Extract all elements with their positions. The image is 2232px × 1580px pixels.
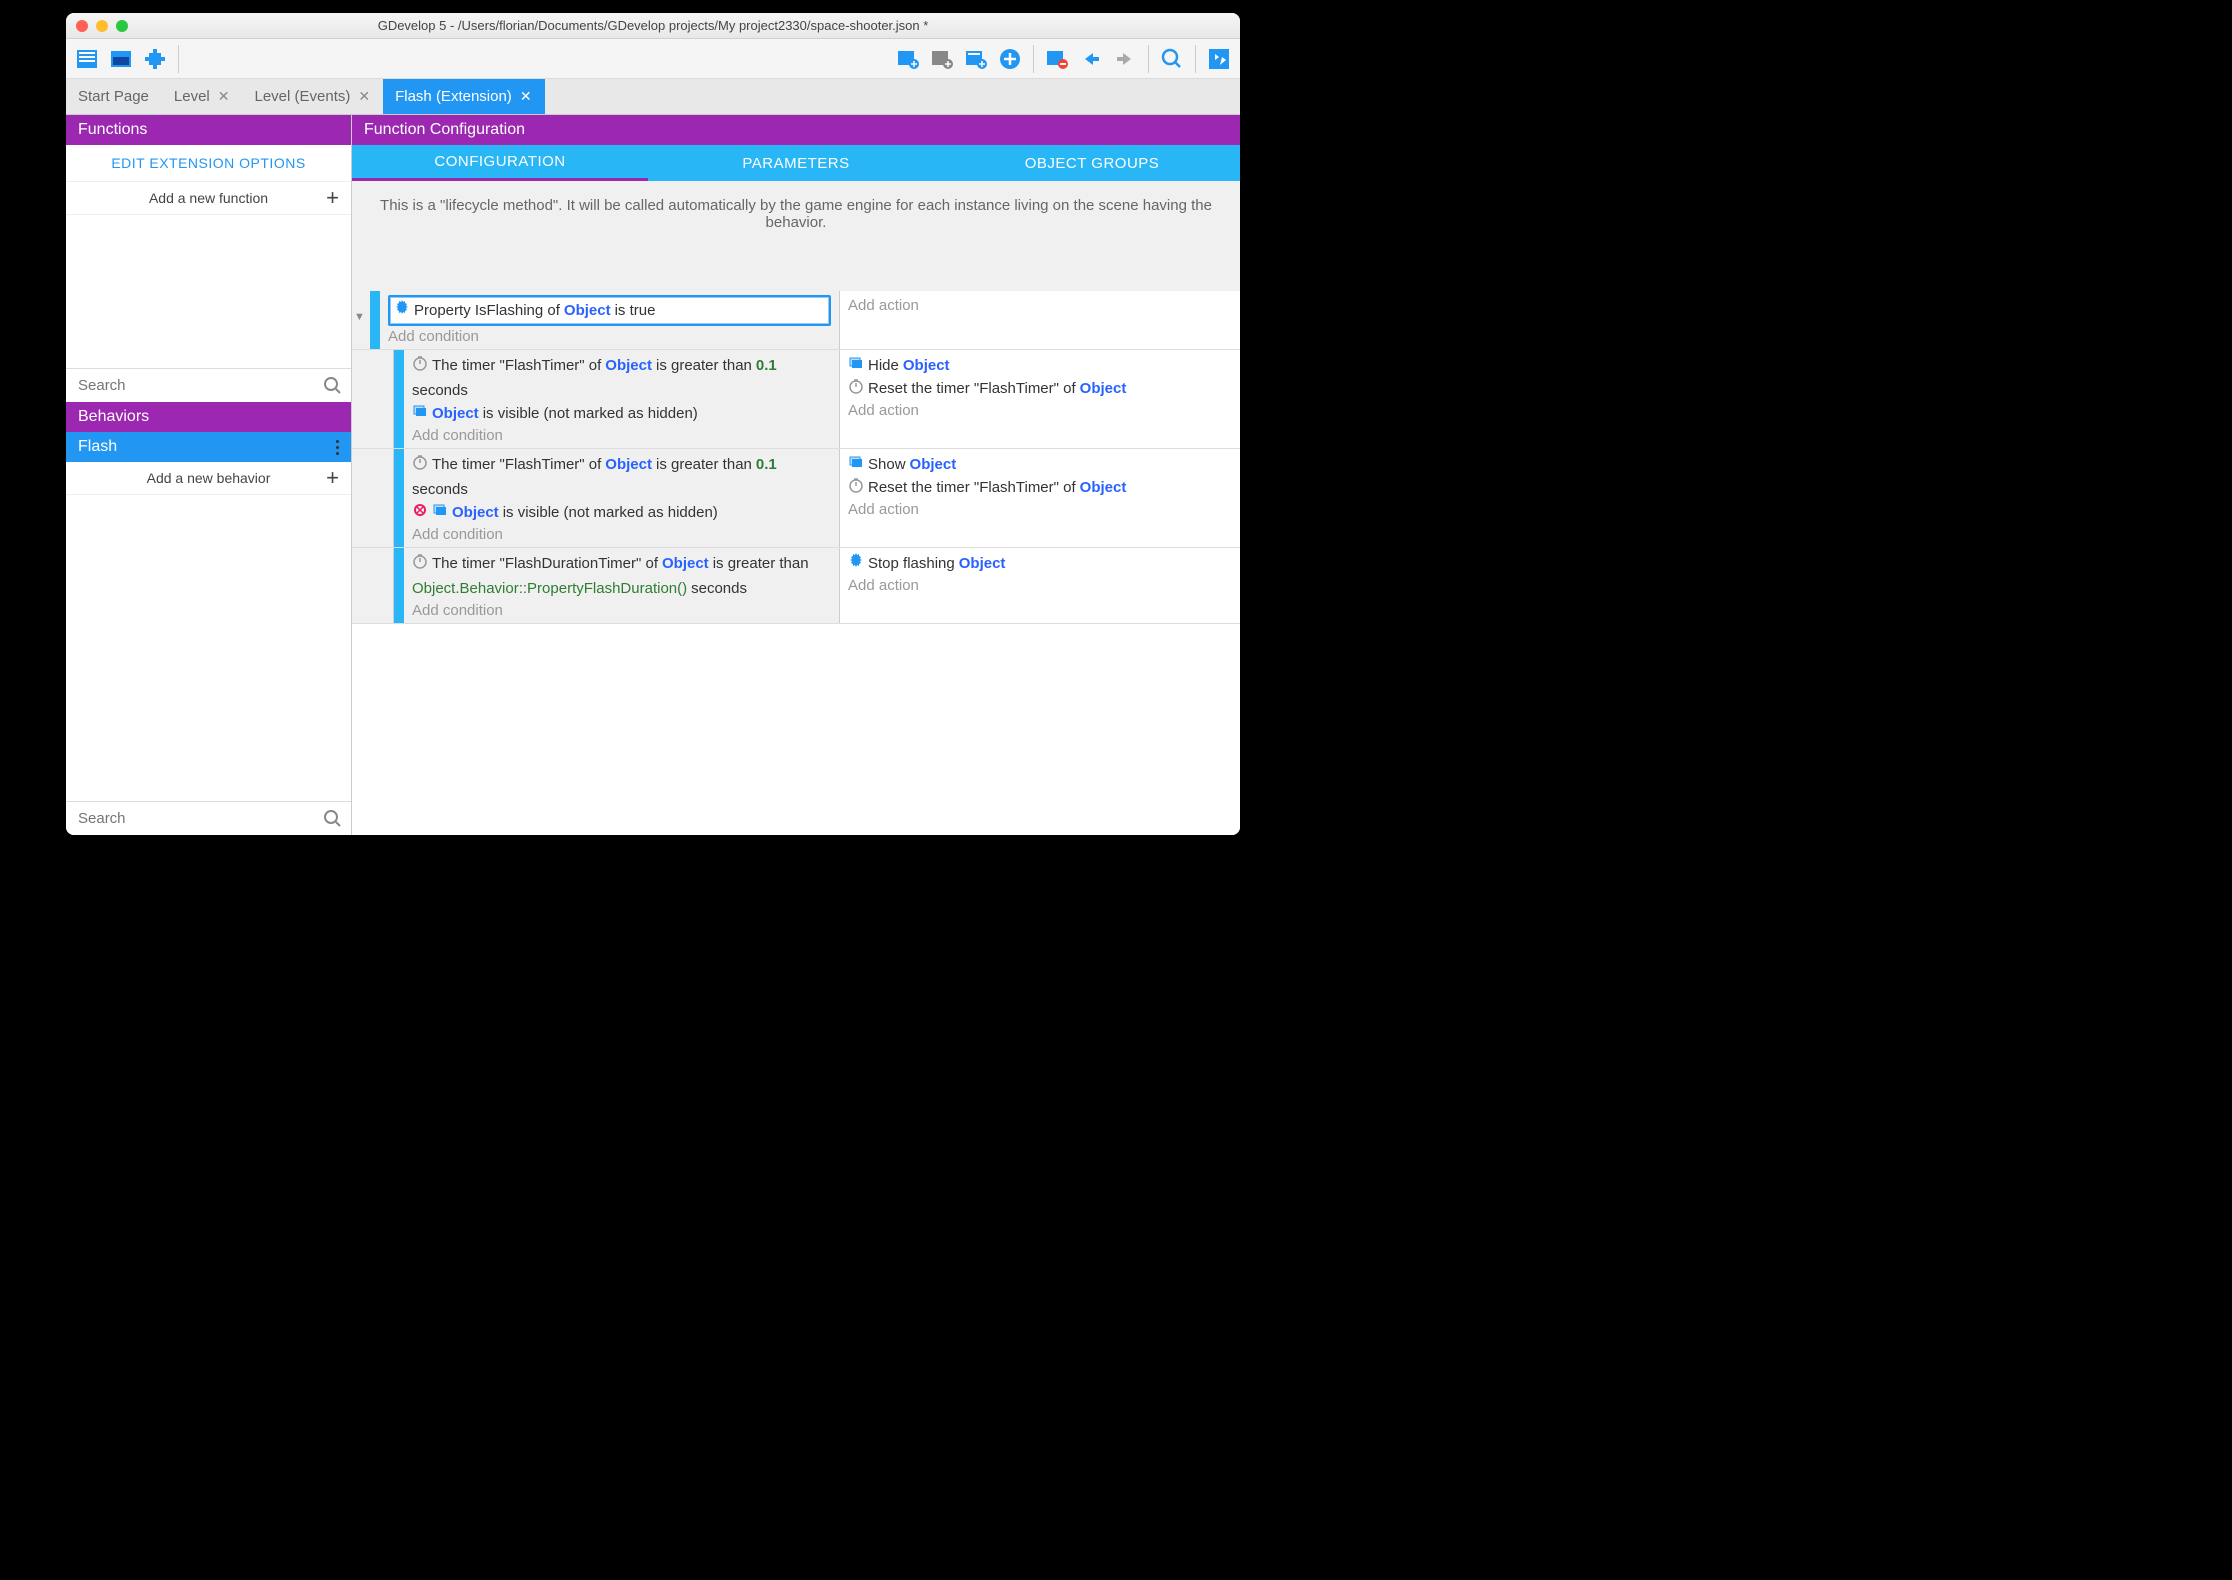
tab-object-groups[interactable]: OBJECT GROUPS	[944, 145, 1240, 181]
project-panel-icon[interactable]	[72, 44, 102, 74]
search-icon	[323, 376, 343, 396]
add-action-link[interactable]: Add action	[848, 499, 1232, 518]
event-line[interactable]: Show Object	[848, 453, 1232, 476]
search-input[interactable]	[74, 806, 323, 831]
tab-level[interactable]: Level✕	[162, 79, 243, 114]
undo-icon[interactable]	[1076, 44, 1106, 74]
tab-level-events[interactable]: Level (Events)✕	[242, 79, 383, 114]
add-condition-link[interactable]: Add condition	[412, 600, 831, 619]
add-other-icon[interactable]	[995, 44, 1025, 74]
scene-panel-icon[interactable]	[106, 44, 136, 74]
add-subevent-icon[interactable]	[927, 44, 957, 74]
titlebar: GDevelop 5 - /Users/florian/Documents/GD…	[66, 13, 1240, 39]
add-action-link[interactable]: Add action	[848, 575, 1232, 594]
settings-icon[interactable]	[1204, 44, 1234, 74]
event-line[interactable]: Reset the timer "FlashTimer" of Object	[848, 476, 1232, 499]
add-behavior-button[interactable]: Add a new behavior +	[66, 462, 351, 495]
event-line[interactable]: Hide Object	[848, 354, 1232, 377]
behaviors-header: Behaviors	[66, 402, 351, 432]
conditions-column[interactable]: The timer "FlashDurationTimer" of Object…	[404, 548, 840, 623]
more-icon[interactable]	[336, 440, 339, 455]
search-functions	[66, 368, 351, 402]
conditions-column[interactable]: The timer "FlashTimer" of Object is grea…	[404, 449, 840, 547]
close-icon[interactable]: ✕	[520, 88, 532, 105]
search-behaviors	[66, 801, 351, 835]
minimize-icon[interactable]	[96, 20, 108, 32]
event-row: ▼ Property IsFlashing of Object is true Ad…	[352, 291, 1240, 350]
plus-icon: +	[326, 465, 339, 491]
close-icon[interactable]	[76, 20, 88, 32]
conditions-column[interactable]: The timer "FlashTimer" of Object is grea…	[404, 350, 840, 448]
functions-header: Functions	[66, 115, 351, 145]
window-title: GDevelop 5 - /Users/florian/Documents/GD…	[66, 18, 1240, 33]
event-row: The timer "FlashTimer" of Object is grea…	[352, 350, 1240, 449]
add-function-button[interactable]: Add a new function +	[66, 182, 351, 215]
plus-icon: +	[326, 185, 339, 211]
add-action-link[interactable]: Add action	[848, 400, 1232, 419]
sidebar-item-flash[interactable]: Flash	[66, 432, 351, 462]
toolbar	[66, 39, 1240, 79]
add-event-icon[interactable]	[893, 44, 923, 74]
event-line[interactable]: The timer "FlashDurationTimer" of Object…	[412, 552, 831, 600]
event-line[interactable]: Stop flashing Object	[848, 552, 1232, 575]
maximize-icon[interactable]	[116, 20, 128, 32]
events-sheet: ▼ Property IsFlashing of Object is true Ad…	[352, 291, 1240, 835]
main-panel: Function Configuration CONFIGURATION PAR…	[352, 115, 1240, 835]
search-input[interactable]	[74, 373, 323, 398]
close-icon[interactable]: ✕	[358, 88, 370, 105]
add-condition-link[interactable]: Add condition	[412, 425, 831, 444]
event-line[interactable]: Property IsFlashing of Object is true	[394, 299, 825, 322]
event-line[interactable]: Object is visible (not marked as hidden)	[412, 402, 831, 425]
function-config-header: Function Configuration	[352, 115, 1240, 145]
tab-configuration[interactable]: CONFIGURATION	[352, 145, 648, 181]
tab-start-page[interactable]: Start Page	[66, 79, 162, 114]
collapse-icon[interactable]: ▼	[354, 311, 365, 323]
event-line[interactable]: Reset the timer "FlashTimer" of Object	[848, 377, 1232, 400]
conditions-column[interactable]: Property IsFlashing of Object is true Add…	[380, 291, 840, 349]
lifecycle-description: This is a "lifecycle method". It will be…	[352, 181, 1240, 291]
actions-column[interactable]: Hide ObjectReset the timer "FlashTimer" …	[840, 350, 1240, 448]
tab-bar: Start Page Level✕ Level (Events)✕ Flash …	[66, 79, 1240, 115]
add-comment-icon[interactable]	[961, 44, 991, 74]
add-action-link[interactable]: Add action	[848, 295, 1232, 314]
redo-icon[interactable]	[1110, 44, 1140, 74]
close-icon[interactable]: ✕	[218, 88, 230, 105]
search-icon[interactable]	[1157, 44, 1187, 74]
event-line[interactable]: Object is visible (not marked as hidden)	[412, 501, 831, 524]
actions-column[interactable]: Stop flashing ObjectAdd action	[840, 548, 1240, 623]
tab-parameters[interactable]: PARAMETERS	[648, 145, 944, 181]
app-window: GDevelop 5 - /Users/florian/Documents/GD…	[66, 13, 1240, 835]
delete-event-icon[interactable]	[1042, 44, 1072, 74]
event-line[interactable]: The timer "FlashTimer" of Object is grea…	[412, 354, 831, 402]
tab-flash-extension[interactable]: Flash (Extension)✕	[383, 79, 544, 114]
event-line[interactable]: The timer "FlashTimer" of Object is grea…	[412, 453, 831, 501]
add-condition-link[interactable]: Add condition	[412, 524, 831, 543]
edit-extension-options-button[interactable]: EDIT EXTENSION OPTIONS	[66, 145, 351, 182]
config-tab-bar: CONFIGURATION PARAMETERS OBJECT GROUPS	[352, 145, 1240, 181]
actions-column[interactable]: Show ObjectReset the timer "FlashTimer" …	[840, 449, 1240, 547]
actions-column[interactable]: Add action	[840, 291, 1240, 349]
event-row: The timer "FlashDurationTimer" of Object…	[352, 548, 1240, 624]
sidebar: Functions EDIT EXTENSION OPTIONS Add a n…	[66, 115, 352, 835]
event-row: The timer "FlashTimer" of Object is grea…	[352, 449, 1240, 548]
add-condition-link[interactable]: Add condition	[388, 326, 831, 345]
search-icon	[323, 809, 343, 829]
extension-panel-icon[interactable]	[140, 44, 170, 74]
